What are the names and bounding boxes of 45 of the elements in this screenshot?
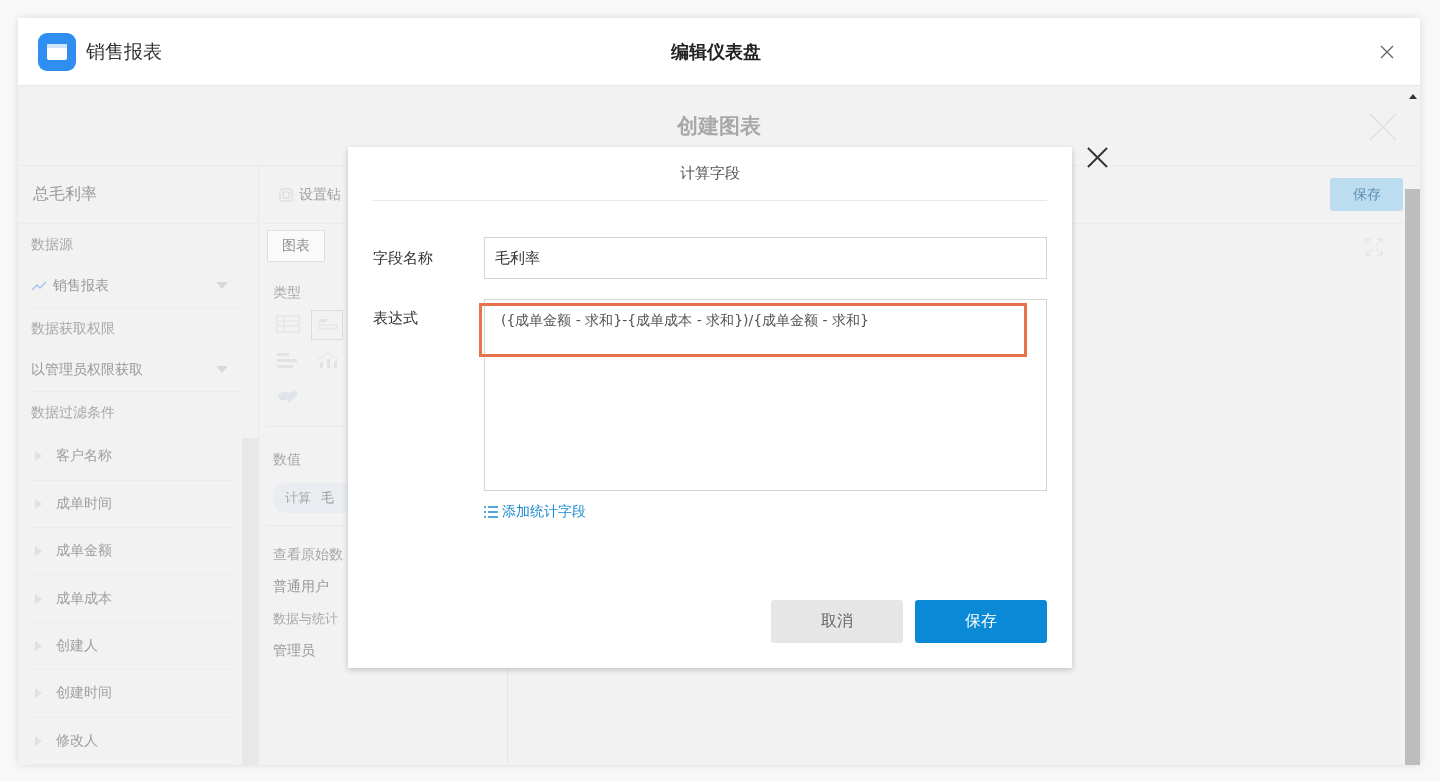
permission-select[interactable]: 以管理员权限获取 (31, 349, 242, 392)
save-button[interactable]: 保存 (1330, 178, 1403, 211)
chip-tag: 计算 (285, 489, 311, 507)
editor-title: 创建图表 (677, 112, 761, 140)
tab[interactable]: 图表 (267, 230, 325, 262)
close-icon[interactable] (1380, 44, 1394, 59)
source-select[interactable]: 销售报表 (31, 265, 242, 308)
save-button[interactable]: 保存 (915, 600, 1047, 643)
filter-field[interactable]: 客户名称 (31, 433, 236, 481)
filter-field[interactable]: 成单时间 (31, 480, 236, 529)
field-label: 字段名称 (373, 248, 434, 268)
scroll-up-icon[interactable] (1408, 94, 1417, 99)
role-description: 数据与统计 (273, 610, 339, 628)
app-icon (38, 32, 76, 71)
field-name-input[interactable]: 毛利率 (484, 237, 1047, 279)
filter-field[interactable]: 成单金额 (31, 528, 236, 576)
section-label: 数据获取权限 (31, 318, 116, 338)
cancel-button[interactable]: 取消 (771, 600, 903, 643)
caret-icon (216, 366, 228, 374)
close-icon[interactable] (1087, 147, 1108, 168)
dialog-title: 计算字段 (373, 147, 1047, 201)
filter-field[interactable]: 修改人 (31, 717, 236, 765)
filter-field[interactable]: 成单成本 (31, 575, 236, 623)
section-label: 数值 (273, 451, 302, 469)
add-field-link[interactable]: 添加统计字段 (484, 503, 586, 521)
window-title: 编辑仪表盘 (671, 39, 761, 64)
chip-name: 毛 (321, 489, 334, 507)
section-label: 数据源 (31, 234, 74, 254)
drill-button[interactable]: 设置钻 (265, 185, 341, 204)
filter-field[interactable]: 创建时间 (31, 670, 236, 718)
role-label: 管理员 (273, 642, 316, 660)
section-label: 查看原始数 (273, 546, 344, 564)
app-name: 销售报表 (86, 38, 162, 64)
caret-icon (216, 282, 228, 290)
role-label: 普通用户 (273, 578, 330, 596)
chart-name: 总毛利率 (33, 184, 97, 205)
section-label: 数据过滤条件 (31, 402, 116, 422)
section-label: 类型 (273, 284, 302, 302)
card-chart-button[interactable] (311, 310, 343, 340)
trend-icon (31, 281, 47, 292)
filter-field[interactable]: 创建人 (31, 622, 236, 671)
list-icon (484, 506, 498, 518)
field-label: 表达式 (373, 308, 419, 328)
scrollbar-thumb[interactable] (1405, 189, 1420, 765)
expression-field[interactable]: ({成单金额 - 求和}-{成单成本 - 求和})/{成单金额 - 求和} (484, 299, 1047, 491)
